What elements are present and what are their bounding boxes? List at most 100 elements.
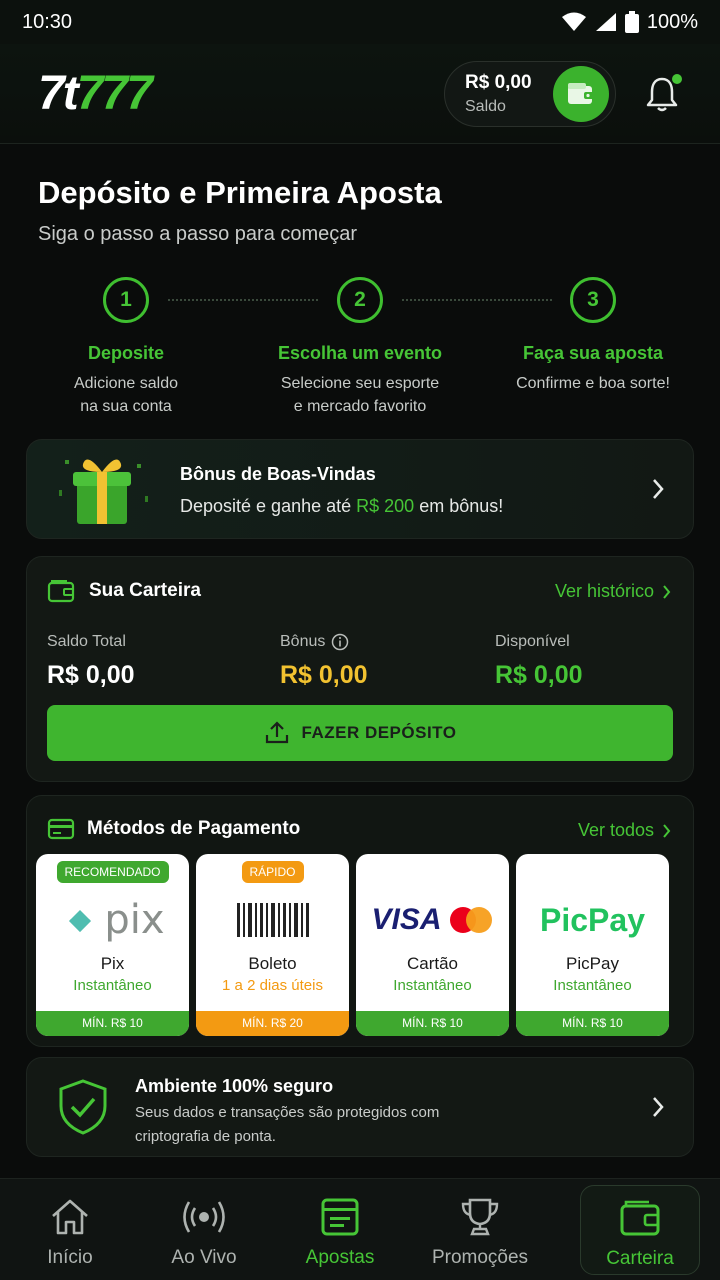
recommended-badge: RECOMENDADO bbox=[56, 861, 169, 883]
notification-dot bbox=[672, 73, 682, 84]
step-1: 1 Deposite Adicione saldo na sua conta bbox=[16, 277, 236, 418]
page-subtitle: Siga o passo a passo para começar bbox=[38, 223, 358, 245]
step-desc: Confirme e boa sorte! bbox=[516, 375, 670, 392]
nav-promotions[interactable]: Promoções bbox=[410, 1179, 550, 1280]
bottom-nav: Início Ao Vivo Apostas Promoções Carteir… bbox=[0, 1178, 720, 1280]
battery-percent: 100% bbox=[646, 10, 698, 33]
method-name: Cartão bbox=[406, 954, 459, 973]
payment-header: Métodos de Pagamento bbox=[47, 818, 300, 840]
logo-part-b: 777 bbox=[76, 67, 153, 120]
page-title: Depósito e Primeira Aposta bbox=[38, 175, 442, 210]
wallet-icon bbox=[568, 82, 594, 104]
bonus-title: Bônus de Boas-Vindas bbox=[180, 464, 376, 484]
wallet-card: Sua Carteira Ver histórico Saldo Total R… bbox=[26, 556, 694, 782]
status-icons: 100% bbox=[561, 11, 698, 34]
step-title: Faça sua aposta bbox=[522, 343, 664, 363]
status-time: 10:30 bbox=[22, 10, 73, 33]
available-balance: Disponível R$ 0,00 bbox=[495, 633, 583, 689]
trophy-icon bbox=[461, 1198, 499, 1236]
deposit-button[interactable]: FAZER DEPÓSITO bbox=[47, 705, 673, 761]
nav-bets[interactable]: Apostas bbox=[270, 1179, 410, 1280]
bonus-banner[interactable]: Bônus de Boas-Vindas Deposité e ganhe at… bbox=[26, 439, 694, 539]
brand-logo[interactable]: 7t777 bbox=[38, 66, 153, 121]
bonus-balance-value: R$ 0,00 bbox=[280, 661, 368, 689]
balance-amount: R$ 0,00 bbox=[465, 71, 532, 93]
shield-check-icon bbox=[59, 1079, 107, 1135]
total-balance: Saldo Total R$ 0,00 bbox=[47, 633, 135, 689]
live-icon bbox=[183, 1201, 225, 1233]
chevron-right-icon bbox=[663, 584, 671, 599]
payment-title: Métodos de Pagamento bbox=[87, 818, 301, 839]
gift-icon bbox=[59, 459, 148, 524]
notifications-button[interactable] bbox=[644, 73, 682, 114]
chevron-right-icon bbox=[653, 1097, 664, 1117]
wallet-title: Sua Carteira bbox=[89, 580, 201, 601]
method-speed: Instantâneo bbox=[393, 977, 472, 994]
chevron-right-icon bbox=[653, 479, 664, 499]
logo-part-a: 7t bbox=[38, 67, 79, 120]
steps: 1 Deposite Adicione saldo na sua conta 2 … bbox=[0, 277, 720, 417]
chevron-right-icon bbox=[663, 823, 671, 838]
method-speed: Instantâneo bbox=[73, 977, 152, 994]
step-3: 3 Faça sua aposta Confirme e boa sorte! bbox=[483, 277, 703, 395]
bets-icon bbox=[321, 1198, 359, 1236]
pix-icon bbox=[69, 910, 92, 933]
method-min: MÍN. R$ 10 bbox=[356, 1011, 509, 1036]
barcode-logo bbox=[196, 890, 349, 950]
step-number: 3 bbox=[570, 277, 616, 323]
method-speed: 1 a 2 dias úteis bbox=[222, 977, 323, 994]
method-name: PicPay bbox=[566, 954, 619, 973]
nav-wallet[interactable]: Carteira bbox=[580, 1185, 700, 1275]
home-icon bbox=[52, 1199, 88, 1235]
step-desc: Selecione seu esporte e mercado favorito bbox=[280, 375, 440, 415]
mastercard-icon bbox=[449, 907, 492, 933]
card-logos: VISA bbox=[356, 890, 509, 950]
wallet-icon bbox=[47, 580, 75, 603]
upload-icon bbox=[265, 721, 288, 744]
step-title: Escolha um evento bbox=[277, 343, 443, 363]
payment-method-boleto[interactable]: RÁPIDO Boleto 1 a 2 dias úteis MÍN. R$ 2… bbox=[196, 854, 349, 1036]
signal-icon bbox=[595, 13, 616, 31]
payment-methods-card: Métodos de Pagamento Ver todos RECOMENDA… bbox=[26, 795, 694, 1047]
payment-method-pix[interactable]: RECOMENDADO pix Pix Instantâneo MÍN. R$ … bbox=[36, 854, 189, 1036]
security-banner[interactable]: Ambiente 100% seguro Seus dados e transa… bbox=[26, 1057, 694, 1157]
wallet-button[interactable] bbox=[553, 65, 609, 122]
app-header: 7t777 R$ 0,00 Saldo bbox=[0, 44, 720, 144]
method-min: MÍN. R$ 20 bbox=[196, 1011, 349, 1036]
nav-home[interactable]: Início bbox=[0, 1179, 140, 1280]
step-desc: Adicione saldo na sua conta bbox=[73, 375, 179, 415]
method-name: Boleto bbox=[248, 954, 297, 973]
wallet-icon bbox=[620, 1200, 660, 1236]
bonus-desc: Deposité e ganhe até R$ 200 em bônus! bbox=[180, 496, 504, 516]
bonus-balance: Bônus R$ 0,00 bbox=[280, 633, 368, 689]
see-all-link[interactable]: Ver todos bbox=[578, 820, 671, 841]
picpay-logo: PicPay bbox=[540, 901, 645, 938]
wifi-icon bbox=[561, 12, 586, 31]
step-number: 2 bbox=[337, 277, 383, 323]
payment-method-card[interactable]: VISA Cartão Instantâneo MÍN. R$ 10 bbox=[356, 854, 509, 1036]
total-balance-value: R$ 0,00 bbox=[47, 661, 135, 689]
payment-method-list: RECOMENDADO pix Pix Instantâneo MÍN. R$ … bbox=[36, 854, 676, 1036]
payment-method-picpay[interactable]: PicPay PicPay Instantâneo MÍN. R$ 10 bbox=[516, 854, 669, 1036]
pix-logo: pix bbox=[36, 890, 189, 950]
history-link[interactable]: Ver histórico bbox=[555, 581, 671, 602]
credit-card-icon bbox=[47, 818, 75, 840]
method-name: Pix bbox=[100, 954, 125, 973]
step-2: 2 Escolha um evento Selecione seu esport… bbox=[250, 277, 470, 418]
method-speed: Instantâneo bbox=[553, 977, 632, 994]
security-title: Ambiente 100% seguro bbox=[135, 1076, 334, 1096]
status-bar: 10:30 100% bbox=[0, 0, 720, 44]
nav-live[interactable]: Ao Vivo bbox=[134, 1179, 274, 1280]
visa-logo: VISA bbox=[371, 903, 442, 936]
balance-label: Saldo bbox=[465, 97, 506, 115]
available-balance-value: R$ 0,00 bbox=[495, 661, 583, 689]
barcode-icon bbox=[236, 903, 309, 937]
info-icon[interactable] bbox=[331, 633, 349, 651]
fast-badge: RÁPIDO bbox=[241, 861, 304, 883]
method-min: MÍN. R$ 10 bbox=[516, 1011, 669, 1036]
balance-pill[interactable]: R$ 0,00 Saldo bbox=[444, 60, 616, 127]
security-desc: Seus dados e transações são protegidos c… bbox=[135, 1104, 440, 1145]
method-min: MÍN. R$ 10 bbox=[36, 1011, 189, 1036]
step-title: Deposite bbox=[87, 343, 165, 363]
step-number: 1 bbox=[103, 277, 149, 323]
